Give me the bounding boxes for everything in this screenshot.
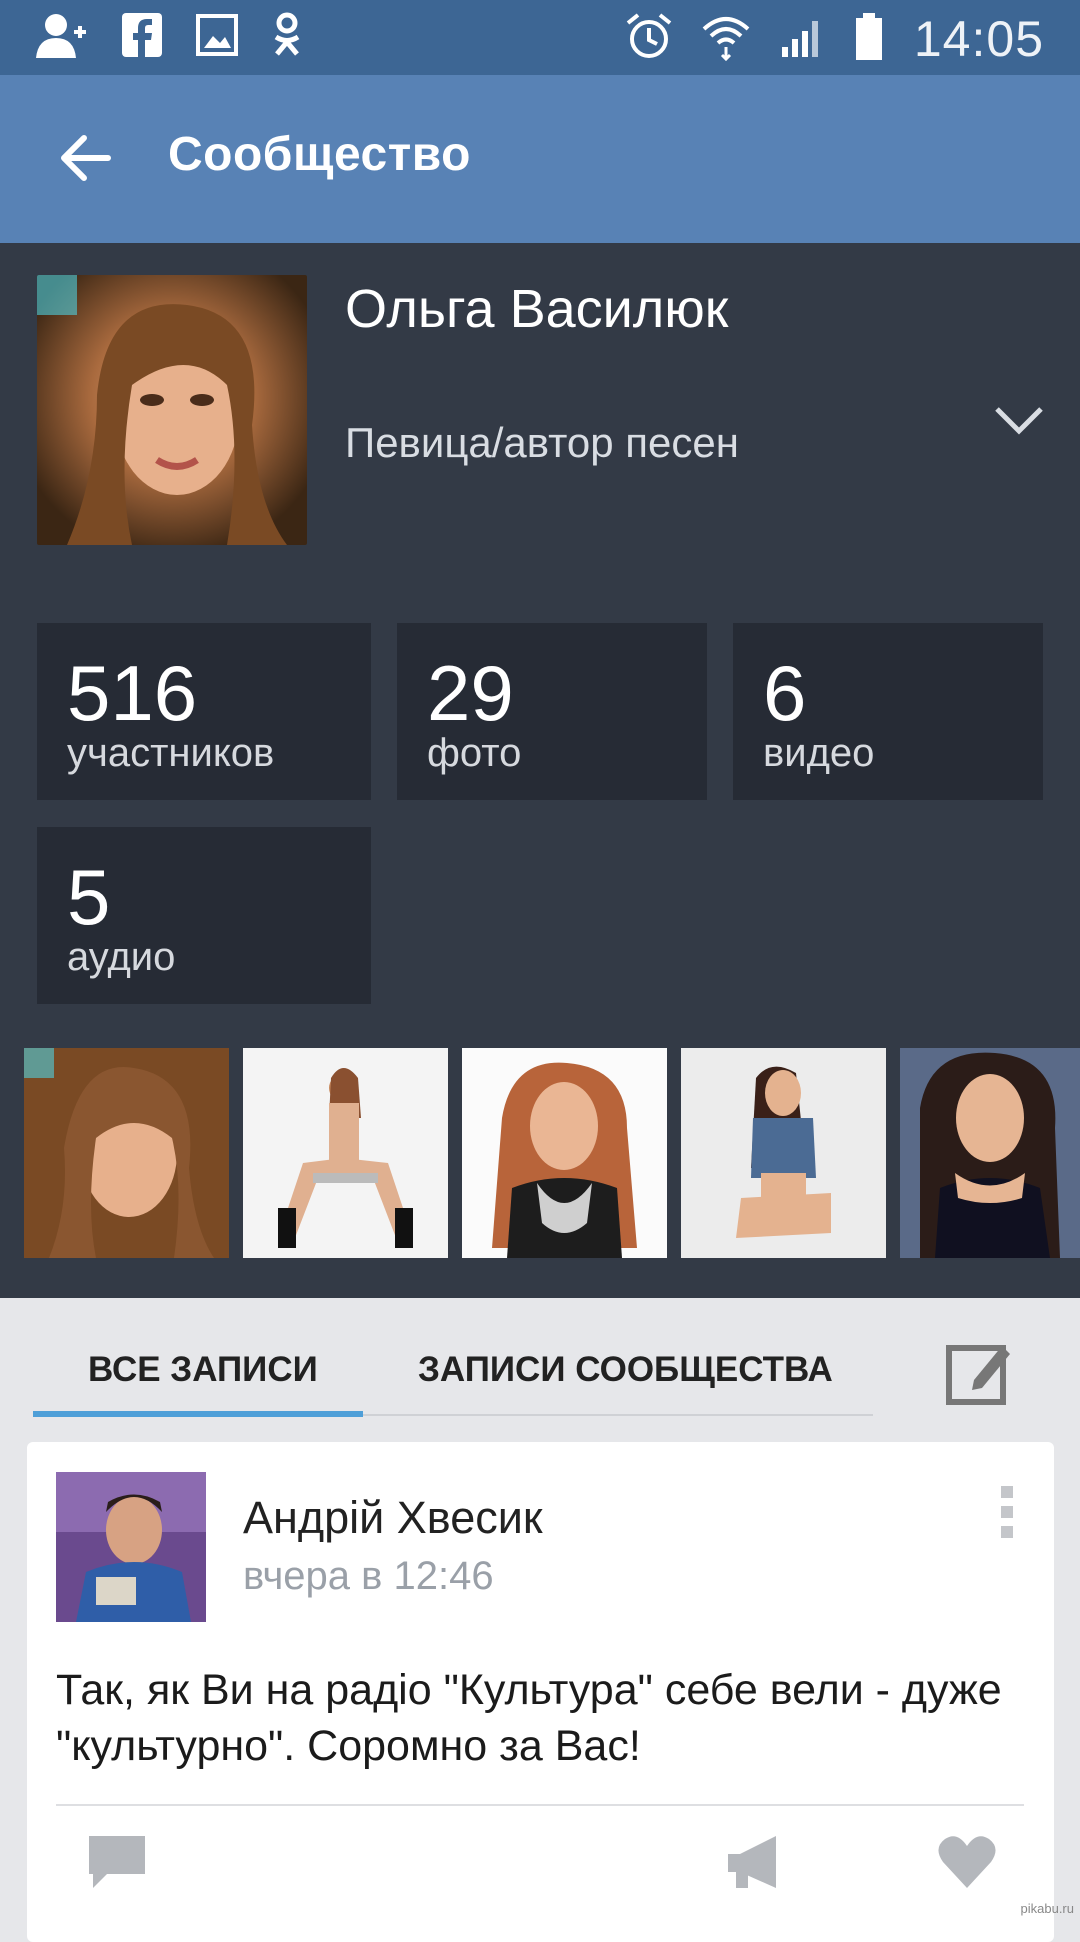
stat-members[interactable]: 516 участников bbox=[37, 623, 371, 800]
comment-icon[interactable] bbox=[87, 1834, 147, 1890]
community-status: Певица/автор песен bbox=[345, 419, 739, 467]
photo-thumbnail[interactable] bbox=[900, 1048, 1080, 1258]
stat-label: участников bbox=[67, 731, 274, 776]
stat-value: 6 bbox=[763, 653, 806, 733]
post-text: Так, як Ви на радіо "Культура" себе вели… bbox=[56, 1662, 1026, 1774]
community-name: Ольга Василюк bbox=[345, 278, 728, 340]
wall-post: Андрій Хвесик вчера в 12:46 Так, як Ви н… bbox=[27, 1442, 1054, 1942]
gallery-icon bbox=[196, 14, 238, 61]
stat-label: видео bbox=[763, 731, 874, 776]
stat-value: 516 bbox=[67, 653, 197, 733]
post-author-avatar[interactable] bbox=[56, 1472, 206, 1622]
clock: 14:05 bbox=[914, 10, 1044, 68]
photo-thumbnail[interactable] bbox=[681, 1048, 886, 1258]
status-bar: 14:05 bbox=[0, 0, 1080, 75]
wall-tabs: ВСЕ ЗАПИСИ ЗАПИСИ СООБЩЕСТВА bbox=[0, 1298, 1080, 1418]
stat-audio[interactable]: 5 аудио bbox=[37, 827, 371, 1004]
wifi-icon bbox=[702, 13, 750, 66]
post-author-name[interactable]: Андрій Хвесик bbox=[243, 1492, 543, 1544]
battery-icon bbox=[854, 13, 884, 66]
stat-photos[interactable]: 29 фото bbox=[397, 623, 707, 800]
photo-thumbnail[interactable] bbox=[243, 1048, 448, 1258]
photo-thumbnail[interactable] bbox=[24, 1048, 229, 1258]
post-timestamp: вчера в 12:46 bbox=[243, 1554, 494, 1599]
like-heart-icon[interactable] bbox=[937, 1834, 997, 1890]
page-title: Сообщество bbox=[168, 127, 471, 182]
stat-value: 29 bbox=[427, 653, 514, 733]
tab-all-posts[interactable]: ВСЕ ЗАПИСИ bbox=[88, 1350, 318, 1390]
tab-community-posts[interactable]: ЗАПИСИ СООБЩЕСТВА bbox=[418, 1350, 833, 1390]
post-divider bbox=[56, 1804, 1024, 1806]
stat-value: 5 bbox=[67, 857, 110, 937]
share-icon[interactable] bbox=[724, 1834, 784, 1890]
tab-active-indicator bbox=[33, 1411, 363, 1417]
facebook-icon bbox=[122, 13, 162, 62]
chevron-down-icon[interactable] bbox=[993, 393, 1045, 445]
alarm-icon bbox=[626, 13, 672, 66]
photo-thumbnail[interactable] bbox=[462, 1048, 667, 1258]
community-header: Ольга Василюк Певица/автор песен 516 уча… bbox=[0, 243, 1080, 1298]
add-user-icon bbox=[36, 12, 88, 63]
stat-videos[interactable]: 6 видео bbox=[733, 623, 1043, 800]
app-bar: Сообщество bbox=[0, 75, 1080, 243]
watermark: pikabu.ru bbox=[1021, 1901, 1074, 1916]
more-vertical-icon[interactable] bbox=[997, 1482, 1017, 1542]
compose-icon[interactable] bbox=[944, 1338, 1014, 1408]
back-arrow-icon[interactable] bbox=[58, 130, 114, 186]
stat-label: аудио bbox=[67, 935, 175, 980]
stat-label: фото bbox=[427, 731, 521, 776]
community-avatar[interactable] bbox=[37, 275, 307, 545]
odnoklassniki-icon bbox=[272, 12, 302, 63]
signal-icon bbox=[780, 15, 824, 64]
